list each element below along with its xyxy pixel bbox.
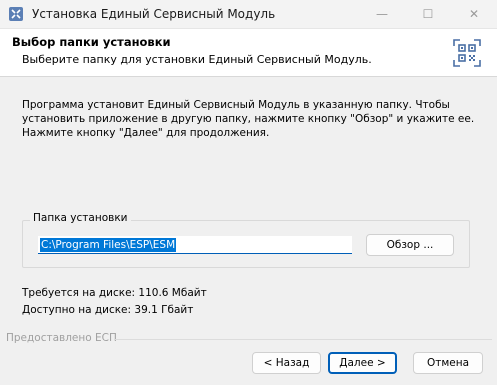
branding-label: Предоставлено ЕСП — [6, 332, 117, 344]
next-button[interactable]: Далее > — [328, 352, 397, 374]
close-icon: ✕ — [468, 7, 480, 21]
instructions-text: Программа установит Единый Сервисный Мод… — [22, 98, 482, 140]
browse-button[interactable]: Обзор ... — [366, 234, 454, 256]
instructions-line: Программа установит Единый Сервисный Мод… — [22, 99, 450, 111]
wizard-header: Выбор папки установки Выберите папку для… — [0, 29, 497, 77]
title-bar: Установка Единый Сервисный Модуль — ☐ ✕ — [0, 0, 497, 29]
cancel-button[interactable]: Отмена — [413, 352, 483, 374]
space-available: Доступно на диске: 39.1 Гбайт — [22, 304, 194, 316]
minimize-icon: — — [376, 7, 388, 21]
close-button[interactable]: ✕ — [451, 0, 497, 28]
minimize-button[interactable]: — — [359, 0, 405, 28]
maximize-icon: ☐ — [422, 7, 434, 21]
instructions-line: Нажмите кнопку "Далее" для продолжения. — [22, 127, 270, 139]
space-required: Требуется на диске: 110.6 Мбайт — [22, 287, 207, 299]
app-icon — [9, 7, 23, 21]
instructions-line: установить приложение в другую папку, на… — [22, 113, 475, 125]
window-title: Установка Единый Сервисный Модуль — [32, 7, 276, 21]
page-subtitle: Выберите папку для установки Единый Серв… — [22, 53, 372, 66]
qr-logo-icon — [453, 39, 481, 67]
footer-divider — [114, 339, 492, 340]
install-path-text[interactable]: C:\Program Files\ESP\ESM — [40, 238, 177, 252]
back-button[interactable]: < Назад — [252, 352, 321, 374]
maximize-button[interactable]: ☐ — [405, 0, 451, 28]
page-title: Выбор папки установки — [12, 35, 171, 49]
install-folder-label: Папка установки — [30, 212, 131, 224]
